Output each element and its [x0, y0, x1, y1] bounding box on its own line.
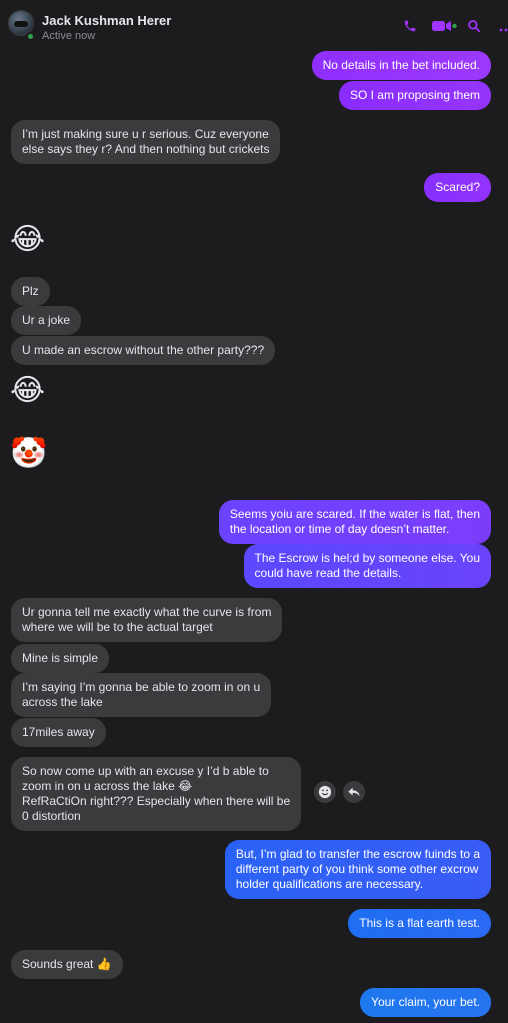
contact-name[interactable]: Jack Kushman Herer	[42, 13, 171, 28]
reply-icon[interactable]	[343, 781, 365, 803]
message-text-line: 17miles away	[22, 725, 95, 739]
message-text-line: Seems yoiu are scared. If the water is f…	[229, 507, 480, 521]
incoming-message-bubble[interactable]: Plz	[11, 277, 50, 306]
online-status-dot	[26, 32, 35, 41]
incoming-message-bubble[interactable]: Ur a joke	[11, 306, 82, 335]
message-text-line: different party of you think some other …	[235, 862, 479, 876]
outgoing-message-bubble[interactable]: But, I’m glad to transfer the escrow fui…	[224, 840, 491, 899]
message-text-line: Ur gonna tell me exactly what the curve …	[22, 605, 272, 619]
incoming-message-bubble[interactable]: Sounds great 👍	[11, 950, 123, 979]
incoming-message-bubble[interactable]: So now come up with an excuse y I’d b ab…	[11, 757, 302, 831]
message-text-line: across the lake	[22, 695, 103, 709]
message-text-line: U made an escrow without the other party…	[22, 343, 265, 357]
emoji-message[interactable]: 😂	[10, 374, 45, 408]
message-text-line: No details in the bet included.	[322, 58, 480, 72]
message-text-line: holder qualifications are necessary.	[235, 877, 424, 891]
incoming-message-bubble[interactable]: Ur gonna tell me exactly what the curve …	[11, 598, 283, 642]
contact-status: Active now	[42, 30, 96, 42]
message-text-line: 0 distortion	[22, 809, 81, 823]
emoji-message[interactable]: 😂	[10, 223, 45, 257]
message-text-line: But, I’m glad to transfer the escrow fui…	[235, 847, 480, 861]
message-text-line: Scared?	[435, 180, 480, 194]
message-text-line: This is a flat earth test.	[359, 916, 480, 930]
message-text-line: where we will be to the actual target	[22, 620, 213, 634]
message-text-line: Ur a joke	[22, 313, 71, 327]
emoji-react-icon[interactable]	[314, 781, 336, 803]
incoming-message-bubble[interactable]: 17miles away	[11, 718, 106, 747]
outgoing-message-bubble[interactable]: No details in the bet included.	[311, 51, 491, 80]
message-text-line: else says they r? And then nothing but c…	[22, 142, 270, 156]
incoming-message-bubble[interactable]: I’m saying I’m gonna be able to zoom in …	[11, 673, 272, 717]
search-icon[interactable]	[466, 18, 482, 34]
chat-header: Jack Kushman Herer Active now	[0, 0, 508, 46]
message-text-line: zoom in on u across the lake 😂	[22, 779, 193, 793]
incoming-message-bubble[interactable]: Mine is simple	[11, 644, 110, 673]
message-text-line: could have read the details.	[254, 566, 402, 580]
video-icon[interactable]	[430, 18, 458, 34]
outgoing-message-bubble[interactable]: The Escrow is hel;d by someone else. You…	[243, 544, 491, 588]
message-text-line: RefRaCtiOn right??? Especially when ther…	[22, 794, 291, 808]
outgoing-message-bubble[interactable]: Your claim, your bet.	[360, 988, 491, 1017]
message-text-line: SO I am proposing them	[349, 88, 480, 102]
message-text-line: So now come up with an excuse y I’d b ab…	[22, 764, 269, 778]
message-text-line: Mine is simple	[22, 651, 99, 665]
message-text-line: Sounds great 👍	[22, 957, 112, 971]
outgoing-message-bubble[interactable]: SO I am proposing them	[338, 81, 491, 110]
incoming-message-bubble[interactable]: I’m just making sure u r serious. Cuz ev…	[11, 120, 281, 164]
outgoing-message-bubble[interactable]: Seems yoiu are scared. If the water is f…	[218, 500, 491, 544]
phone-icon[interactable]	[402, 18, 418, 34]
message-text-line: I’m saying I’m gonna be able to zoom in …	[22, 680, 261, 694]
message-text-line: I’m just making sure u r serious. Cuz ev…	[22, 127, 269, 141]
message-text-line: The Escrow is hel;d by someone else. You	[254, 551, 480, 565]
outgoing-message-bubble[interactable]: This is a flat earth test.	[348, 909, 491, 938]
incoming-message-bubble[interactable]: U made an escrow without the other party…	[11, 336, 276, 365]
outgoing-message-bubble[interactable]: Scared?	[424, 173, 491, 202]
more-icon[interactable]	[498, 21, 508, 36]
message-text-line: Plz	[22, 284, 39, 298]
message-text-line: Your claim, your bet.	[371, 995, 480, 1009]
message-text-line: the location or time of day doesn’t matt…	[229, 522, 450, 536]
emoji-message[interactable]: 🤡	[10, 437, 47, 471]
